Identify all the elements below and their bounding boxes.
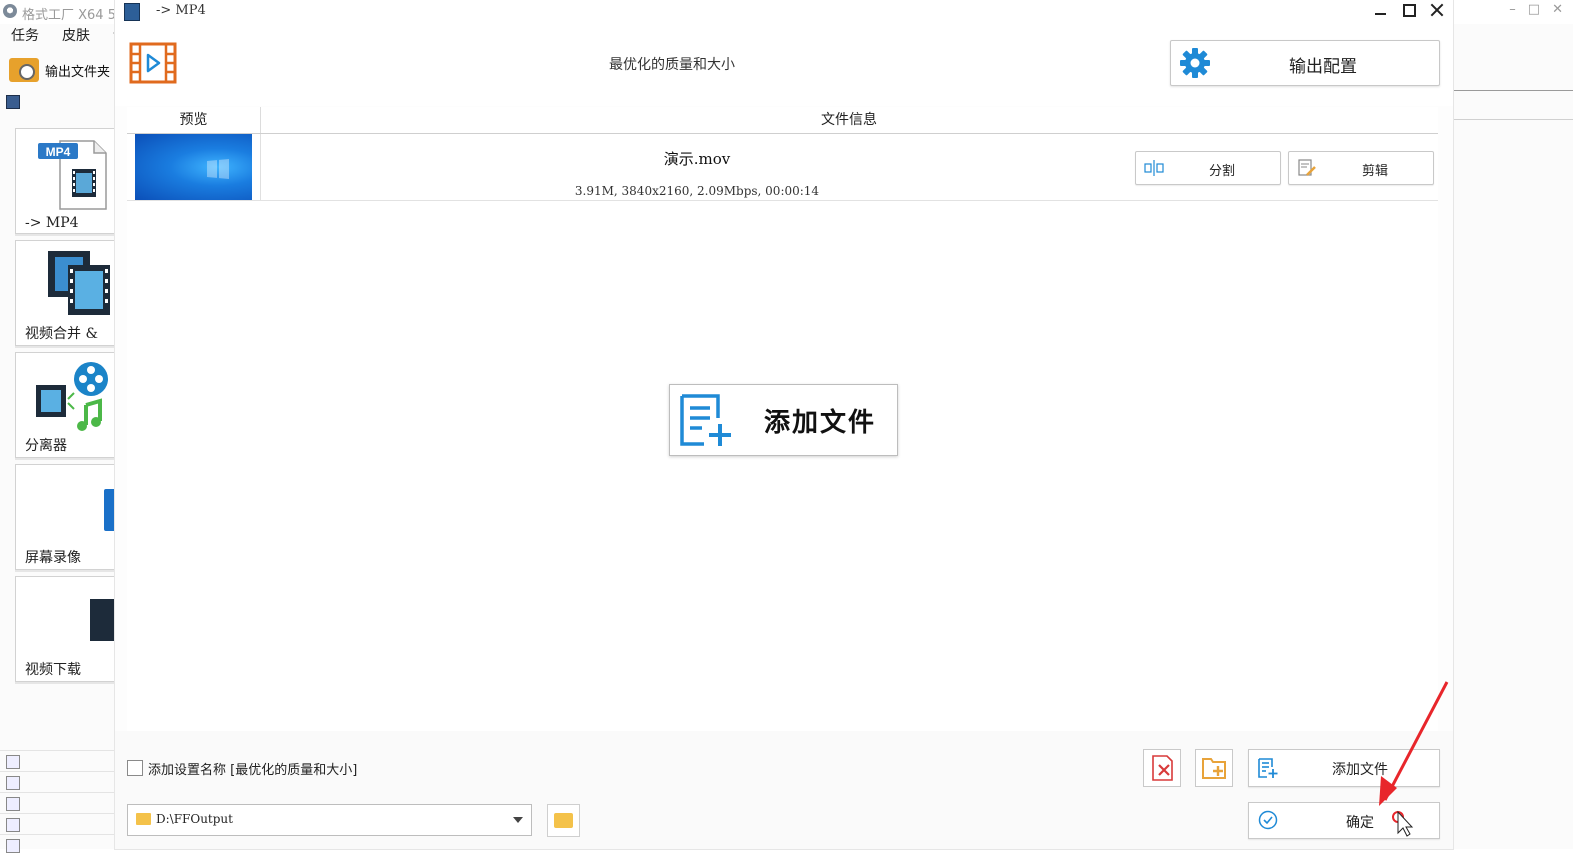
tile-video-merge[interactable]: 视频合并 &	[15, 240, 131, 346]
splitter-icon	[36, 362, 108, 431]
add-setting-name-checkbox[interactable]	[127, 760, 143, 776]
background-bottom-icons	[0, 750, 115, 855]
tile-video-download[interactable]: 视频下载	[15, 576, 131, 682]
audio-category-icon[interactable]	[0, 750, 115, 771]
close-icon[interactable]	[1429, 2, 1445, 18]
output-config-button[interactable]: 输出配置	[1170, 40, 1440, 86]
cut-button[interactable]: 剪辑	[1288, 151, 1434, 185]
minimize-icon[interactable]	[1373, 2, 1389, 18]
output-config-label: 输出配置	[1289, 57, 1357, 77]
output-folder-button[interactable]: 输出文件夹	[9, 58, 110, 82]
video-download-icon	[90, 599, 118, 641]
maximize-icon[interactable]: □	[1528, 2, 1540, 17]
dialog-header: 最优化的质量和大小 输出配置	[115, 22, 1453, 106]
add-setting-name-label[interactable]: 添加设置名称 [最优化的质量和大小]	[148, 759, 357, 778]
video-thumbnail	[135, 134, 252, 200]
folder-icon	[136, 813, 151, 825]
add-folder-icon	[1202, 758, 1226, 779]
film-icon	[124, 3, 140, 21]
folder-icon	[554, 813, 573, 828]
add-folder-button[interactable]	[1195, 749, 1233, 787]
cut-label: 剪辑	[1361, 164, 1388, 179]
output-folder-label: 输出文件夹	[45, 64, 111, 80]
convert-dialog: -> MP4 最优化的质量和大小 输出配置 预览 文件信息 演示.mov 3.9…	[115, 0, 1453, 849]
mp4-badge-text: MP4	[46, 145, 71, 159]
tile-label: 视频下载	[25, 662, 81, 678]
tile-label: 分离器	[25, 438, 67, 454]
add-file-big-label: 添加文件	[764, 408, 877, 438]
film-icon[interactable]	[6, 95, 20, 109]
column-divider	[260, 134, 261, 200]
file-drop-area[interactable]: 添加文件	[127, 201, 1438, 731]
dialog-title: -> MP4	[156, 3, 206, 18]
add-file-label: 添加文件	[1332, 762, 1388, 778]
file-name: 演示.mov	[663, 150, 731, 168]
dialog-titlebar: -> MP4	[115, 0, 1453, 22]
tile-splitter[interactable]: 分离器	[15, 352, 131, 458]
minimize-icon[interactable]: –	[1509, 2, 1516, 17]
background-window-controls: – □ ✕	[1509, 2, 1563, 17]
ok-label: 确定	[1346, 815, 1374, 831]
split-label: 分割	[1208, 164, 1235, 179]
tile-label: 视频合并 &	[25, 326, 98, 342]
menu-skin[interactable]: 皮肤	[51, 26, 102, 48]
column-header-preview[interactable]: 预览	[127, 107, 261, 133]
tools-category-icon[interactable]	[0, 834, 115, 855]
tile-to-mp4[interactable]: MP4 -> MP4	[15, 128, 131, 234]
file-table: 预览 文件信息 演示.mov 3.91M, 3840x2160, 2.09Mbp…	[127, 107, 1438, 201]
browse-folder-button[interactable]	[547, 804, 580, 837]
column-header-file-info[interactable]: 文件信息	[260, 107, 1438, 133]
output-path-dropdown[interactable]: D:\FFOutput	[127, 804, 532, 836]
file-meta: 3.91M, 3840x2160, 2.09Mbps, 00:00:14	[574, 184, 820, 198]
mp4-file-icon: MP4	[38, 140, 107, 210]
table-header: 预览 文件信息	[127, 107, 1438, 134]
close-icon[interactable]: ✕	[1552, 2, 1563, 17]
tile-label: -> MP4	[25, 215, 79, 231]
add-file-button[interactable]: 添加文件	[1248, 749, 1440, 787]
windows-logo-icon	[207, 159, 229, 179]
format-factory-logo-icon	[3, 4, 17, 18]
tile-label: 屏幕录像	[25, 550, 81, 566]
video-merge-icon	[48, 251, 110, 315]
tile-screen-record[interactable]: 屏幕录像	[15, 464, 131, 570]
menu-task[interactable]: 任务	[0, 26, 51, 48]
image-category-icon[interactable]	[0, 771, 115, 792]
maximize-icon[interactable]	[1401, 2, 1417, 18]
dialog-footer: 添加设置名称 [最优化的质量和大小] D:\FFOutput 添加文件 确定	[115, 731, 1453, 849]
add-file-big-button[interactable]: 添加文件	[669, 384, 898, 456]
background-task-list-header	[1453, 90, 1573, 120]
split-button[interactable]: 分割	[1135, 151, 1281, 185]
dialog-window-controls	[1373, 0, 1445, 20]
add-file-icon	[680, 394, 731, 446]
video-profile-icon[interactable]	[129, 42, 177, 84]
chevron-down-icon[interactable]	[513, 817, 523, 823]
profile-label: 最优化的质量和大小	[609, 57, 735, 73]
ok-button[interactable]: 确定	[1248, 802, 1440, 839]
background-window-title: 格式工厂 X64 5	[22, 8, 116, 23]
output-folder-icon	[9, 58, 39, 82]
remove-file-icon	[1152, 755, 1173, 781]
table-row[interactable]: 演示.mov 3.91M, 3840x2160, 2.09Mbps, 00:00…	[127, 134, 1438, 201]
clear-list-button[interactable]	[1143, 749, 1181, 787]
disc-category-icon[interactable]	[0, 813, 115, 834]
document-category-icon[interactable]	[0, 792, 115, 813]
output-path-value: D:\FFOutput	[156, 812, 233, 826]
